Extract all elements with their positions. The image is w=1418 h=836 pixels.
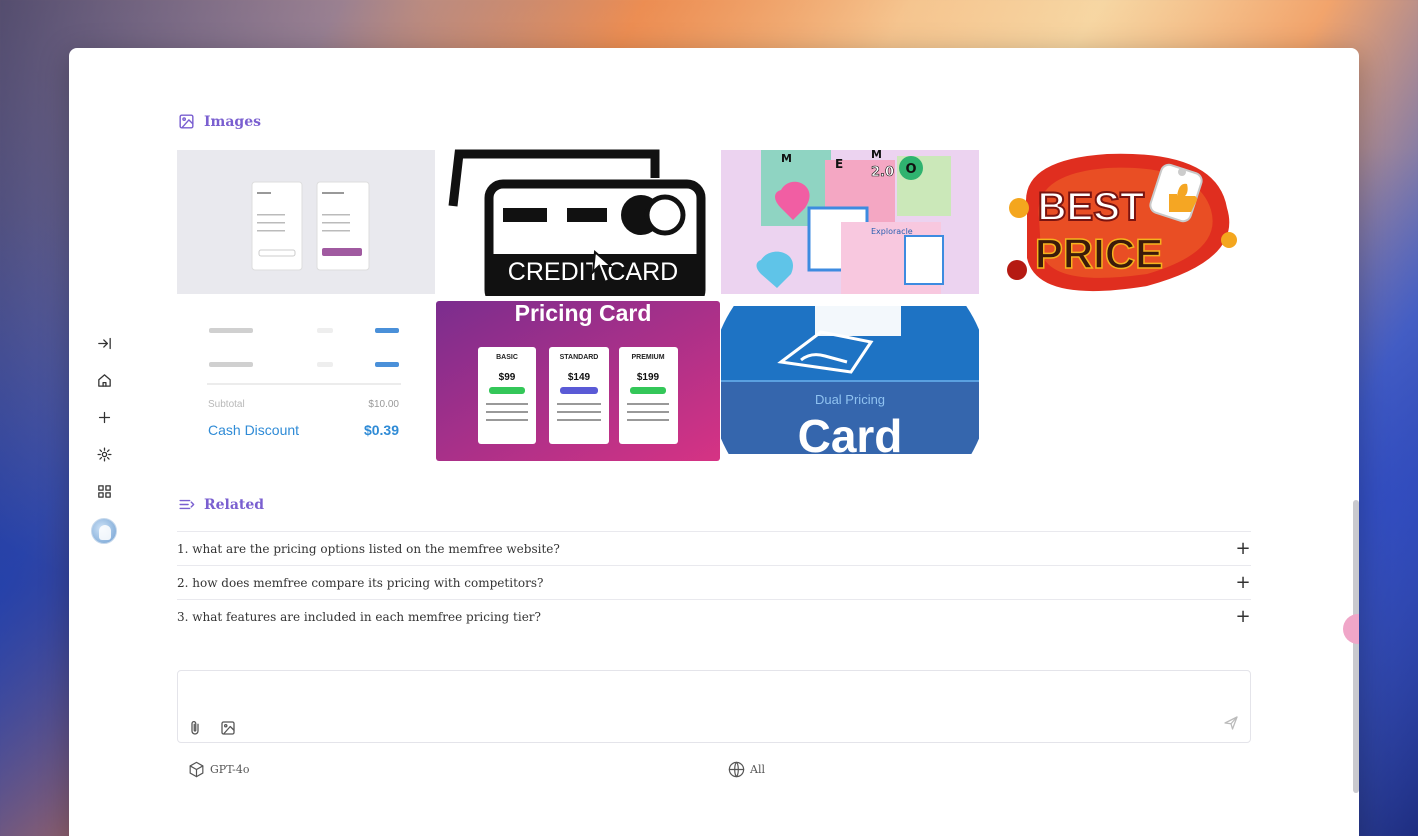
cube-icon <box>189 761 204 778</box>
app-window: Images CREDIT CARD O M E M 2.0 Exploracl… <box>69 48 1359 836</box>
image-upload-icon[interactable] <box>219 719 237 737</box>
avatar[interactable] <box>91 518 117 544</box>
svg-text:Dual Pricing: Dual Pricing <box>815 392 885 407</box>
globe-icon <box>728 761 745 778</box>
dual-pricing-card: Dual Pricing Card <box>721 306 979 454</box>
svg-text:$10.00: $10.00 <box>368 399 399 410</box>
plus-icon[interactable]: + <box>1235 538 1251 559</box>
svg-text:2.0: 2.0 <box>871 165 894 180</box>
svg-text:Pricing Card: Pricing Card <box>515 301 652 326</box>
attachment-icon[interactable] <box>186 719 204 737</box>
svg-text:Cash Discount: Cash Discount <box>208 422 299 438</box>
pricing-table-thumbnail <box>177 150 435 294</box>
svg-text:STANDARD: STANDARD <box>560 354 599 361</box>
svg-text:Exploracle: Exploracle <box>871 227 913 236</box>
svg-text:$99: $99 <box>499 372 516 383</box>
related-question-2[interactable]: 2. how does memfree compare its pricing … <box>177 565 1251 599</box>
send-icon[interactable] <box>1222 714 1240 732</box>
new-chat-plus-icon[interactable] <box>94 407 114 427</box>
message-input[interactable] <box>190 679 1190 711</box>
related-question-text: 3. what features are included in each me… <box>177 609 541 624</box>
svg-text:Subtotal: Subtotal <box>208 399 245 410</box>
plus-icon[interactable]: + <box>1235 606 1251 627</box>
image-result-credit-card[interactable]: CREDIT CARD <box>445 148 709 296</box>
image-result-dual-pricing[interactable]: Dual Pricing Card <box>721 306 979 454</box>
pricing-card-plans: Pricing Card BASIC STANDARD PREMIUM $99 … <box>436 301 720 461</box>
related-questions: 1. what are the pricing options listed o… <box>177 531 1251 633</box>
related-question-text: 1. what are the pricing options listed o… <box>177 541 560 556</box>
svg-text:E: E <box>835 157 843 171</box>
related-question-1[interactable]: 1. what are the pricing options listed o… <box>177 531 1251 565</box>
svg-text:PRICE: PRICE <box>1035 230 1163 277</box>
images-section-header: Images <box>177 112 261 131</box>
plus-icon[interactable]: + <box>1235 572 1251 593</box>
model-label: GPT-4o <box>210 763 250 776</box>
svg-text:M: M <box>781 152 792 165</box>
model-selector[interactable]: GPT-4o <box>187 760 249 779</box>
svg-text:Card: Card <box>798 410 903 454</box>
svg-text:$199: $199 <box>637 372 660 383</box>
collapse-sidebar-icon[interactable] <box>94 333 114 353</box>
svg-text:PREMIUM: PREMIUM <box>631 354 664 361</box>
message-composer <box>177 670 1251 743</box>
related-list-icon <box>179 499 195 510</box>
image-result-best-price[interactable]: BEST PRICE <box>997 148 1255 298</box>
image-result-pricing-card[interactable]: Pricing Card BASIC STANDARD PREMIUM $99 … <box>436 301 720 461</box>
related-section-header: Related <box>177 495 264 514</box>
memo-collage-thumbnail: O M E M 2.0 Exploracle <box>721 150 979 294</box>
svg-text:$0.39: $0.39 <box>364 422 399 438</box>
images-icon <box>179 114 194 129</box>
svg-text:BASIC: BASIC <box>496 354 518 361</box>
scrollbar[interactable] <box>1353 500 1359 793</box>
related-question-text: 2. how does memfree compare its pricing … <box>177 575 544 590</box>
grid-icon[interactable] <box>94 481 114 501</box>
image-result-pricing-table[interactable] <box>177 150 435 294</box>
svg-text:M: M <box>871 150 882 161</box>
nav-rail <box>87 333 121 544</box>
image-result-cash-discount[interactable]: Subtotal $10.00 Cash Discount $0.39 <box>193 310 421 454</box>
svg-text:BEST: BEST <box>1038 185 1145 229</box>
search-scope-selector[interactable]: All <box>727 760 765 779</box>
credit-card-icon: CREDIT CARD <box>448 149 706 296</box>
svg-text:O: O <box>905 162 916 177</box>
svg-text:$149: $149 <box>568 372 591 383</box>
related-title: Related <box>204 496 265 513</box>
floating-assistant-button[interactable] <box>1343 614 1359 644</box>
related-question-3[interactable]: 3. what features are included in each me… <box>177 599 1251 633</box>
best-price-badge: BEST PRICE <box>997 148 1255 298</box>
images-title: Images <box>204 113 262 130</box>
home-icon[interactable] <box>94 370 114 390</box>
image-result-memo-collage[interactable]: O M E M 2.0 Exploracle <box>721 150 979 294</box>
cash-discount-receipt: Subtotal $10.00 Cash Discount $0.39 <box>193 310 421 454</box>
scope-label: All <box>750 763 765 776</box>
gear-icon[interactable] <box>94 444 114 464</box>
